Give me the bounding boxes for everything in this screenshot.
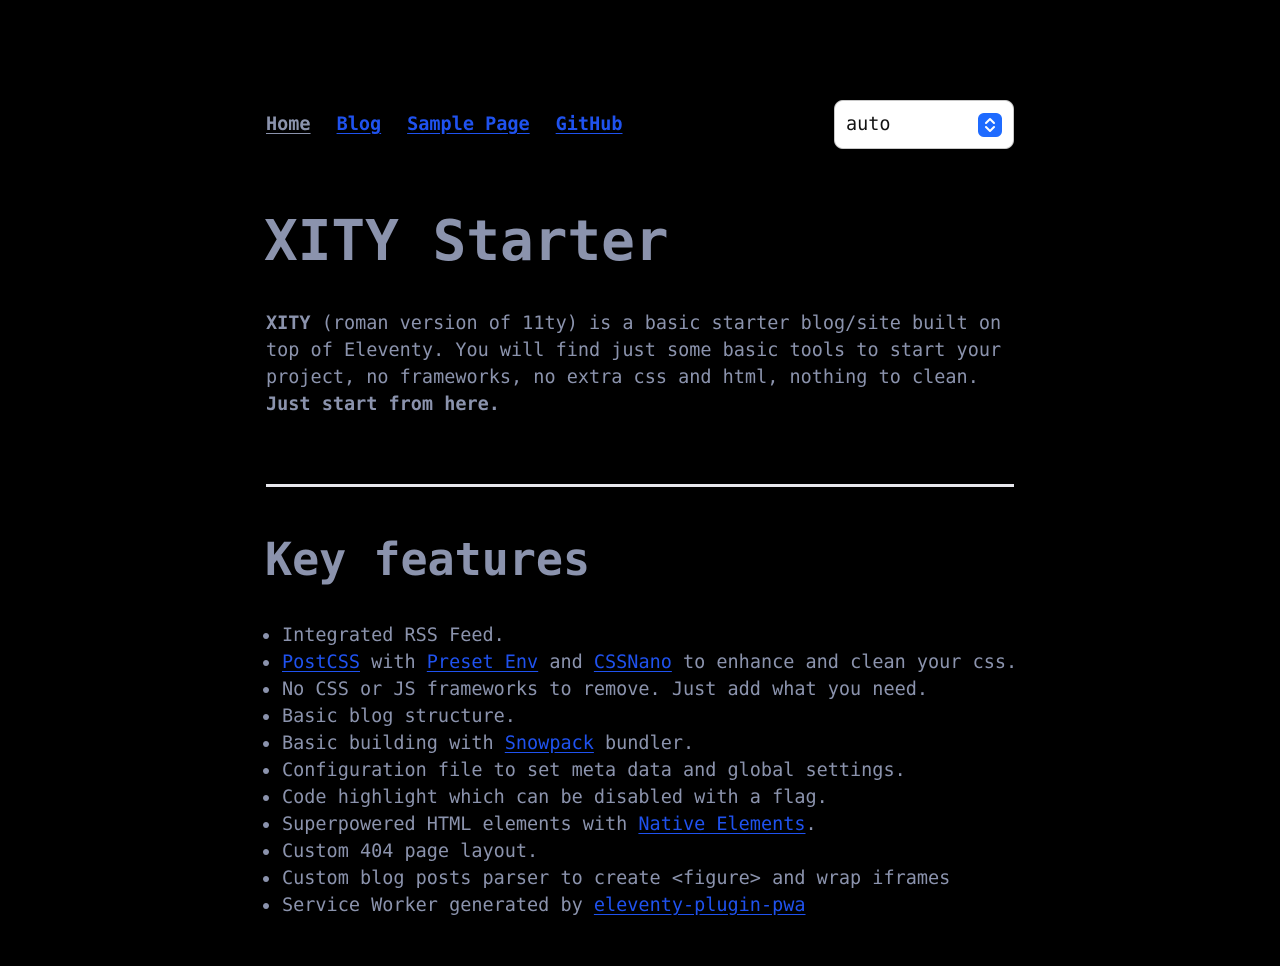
- list-item: Integrated RSS Feed.: [262, 622, 1017, 649]
- theme-select[interactable]: auto: [834, 100, 1014, 149]
- list-item: Custom 404 page layout.: [262, 838, 1017, 865]
- list-item: Basic building with Snowpack bundler.: [262, 730, 1017, 757]
- feature-text: .: [805, 814, 817, 835]
- features-heading: Key features: [265, 533, 591, 586]
- page-title: XITY Starter: [264, 209, 669, 274]
- list-item: Custom blog posts parser to create <figu…: [262, 865, 1017, 892]
- section-divider: [266, 484, 1014, 487]
- list-item: No CSS or JS frameworks to remove. Just …: [262, 676, 1017, 703]
- snowpack-link[interactable]: Snowpack: [505, 733, 594, 754]
- nav-sample-page-link[interactable]: Sample Page: [407, 112, 530, 138]
- intro-paragraph: XITY (roman version of 11ty) is a basic …: [266, 310, 1026, 418]
- eleventy-plugin-pwa-link[interactable]: eleventy-plugin-pwa: [594, 895, 806, 916]
- nav-home-link[interactable]: Home: [266, 112, 311, 138]
- postcss-link[interactable]: PostCSS: [282, 652, 360, 673]
- feature-text: bundler.: [593, 733, 695, 754]
- list-item: Configuration file to set meta data and …: [262, 757, 1017, 784]
- feature-text: Superpowered HTML elements with: [282, 814, 639, 835]
- list-item: Code highlight which can be disabled wit…: [262, 784, 1017, 811]
- feature-parser: Custom blog posts parser to create <figu…: [282, 868, 951, 889]
- list-item: Basic blog structure.: [262, 703, 1017, 730]
- intro-cta: Just start from here.: [266, 394, 500, 415]
- list-item: Service Worker generated by eleventy-plu…: [262, 892, 1017, 919]
- main-nav: Home Blog Sample Page GitHub: [266, 112, 622, 138]
- feature-text: and: [538, 652, 594, 673]
- feature-config: Configuration file to set meta data and …: [282, 760, 906, 781]
- intro-name: XITY: [266, 313, 311, 334]
- feature-no-frameworks: No CSS or JS frameworks to remove. Just …: [282, 679, 929, 700]
- list-item: PostCSS with Preset Env and CSSNano to e…: [262, 649, 1018, 676]
- feature-text: Basic building with: [282, 733, 505, 754]
- feature-text: with: [359, 652, 427, 673]
- nav-github-link[interactable]: GitHub: [556, 112, 623, 138]
- feature-404: Custom 404 page layout.: [282, 841, 539, 862]
- theme-select-value: auto: [846, 114, 891, 135]
- feature-text: to enhance and clean your css.: [671, 652, 1018, 673]
- chevron-up-down-icon: [978, 113, 1002, 137]
- features-list: Integrated RSS Feed. PostCSS with Preset…: [262, 622, 1018, 919]
- nav-blog-link[interactable]: Blog: [337, 112, 382, 138]
- native-elements-link[interactable]: Native Elements: [638, 814, 805, 835]
- feature-rss: Integrated RSS Feed.: [282, 625, 505, 646]
- feature-blog: Basic blog structure.: [282, 706, 516, 727]
- cssnano-link[interactable]: CSSNano: [594, 652, 672, 673]
- feature-text: Service Worker generated by: [282, 895, 594, 916]
- preset-env-link[interactable]: Preset Env: [427, 652, 538, 673]
- intro-text: (roman version of 11ty) is a basic start…: [266, 313, 1002, 388]
- feature-highlight: Code highlight which can be disabled wit…: [282, 787, 828, 808]
- list-item: Superpowered HTML elements with Native E…: [262, 811, 1017, 838]
